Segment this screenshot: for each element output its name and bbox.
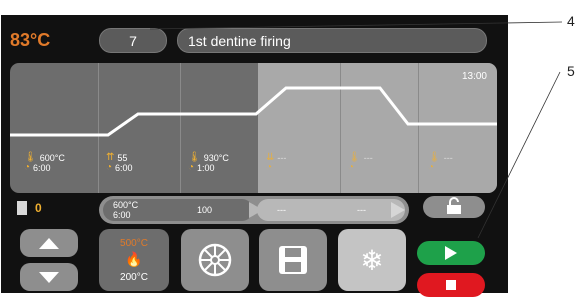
callout-label-5: 5 xyxy=(567,63,575,79)
pre-step-dash: --- xyxy=(357,205,366,215)
vacuum-top-temp: 500°C xyxy=(120,237,148,249)
gear-icon xyxy=(198,243,232,277)
firing-curve-line xyxy=(10,86,497,137)
step-end[interactable]: 🌡 --- ◔ xyxy=(428,153,453,173)
side-counter: 0 xyxy=(35,201,42,215)
step-hold[interactable]: 🌡 930°C ◔ 1:00 xyxy=(188,153,229,174)
flame-icon: 🔥 xyxy=(125,250,143,267)
step-value: --- xyxy=(443,153,453,163)
cooling-button[interactable]: ❄ xyxy=(338,229,406,291)
lock-icon xyxy=(447,197,461,214)
step-value: 600°C xyxy=(39,153,65,163)
furnace-display: 83°C 7 1st dentine firing 13:00 🌡 600°C ◔… xyxy=(1,15,508,297)
scroll-down-button[interactable] xyxy=(20,263,78,291)
clock-icon: ◔ xyxy=(106,162,113,173)
step-predry[interactable]: 🌡 600°C ◔ 6:00 xyxy=(24,153,65,174)
firing-curve-graph[interactable]: 13:00 🌡 600°C ◔ 6:00 ⇈ 55 ◔ 6:00 🌡 930°C ◔ 1:0… xyxy=(10,63,497,193)
pre-step-time: 6:00 xyxy=(113,210,131,220)
step-heating[interactable]: ⇈ 55 ◔ 6:00 xyxy=(106,153,133,174)
lock-button[interactable] xyxy=(423,196,485,218)
save-button[interactable] xyxy=(259,229,327,291)
vacuum-bottom-temp: 200°C xyxy=(120,271,148,283)
clock-icon: ◔ xyxy=(188,162,195,173)
stop-icon xyxy=(446,280,456,290)
step-value: 930°C xyxy=(203,153,229,163)
step-value: --- xyxy=(363,153,373,163)
step-value: 1:00 xyxy=(197,163,215,173)
floppy-disk-icon xyxy=(279,246,307,274)
stop-button[interactable] xyxy=(417,273,485,297)
program-number-button[interactable]: 7 xyxy=(99,28,167,53)
clock-icon: ◔ xyxy=(24,162,31,173)
current-temperature: 83°C xyxy=(10,30,51,50)
pre-step-temp: 600°C xyxy=(113,200,139,210)
program-name-button[interactable]: 1st dentine firing xyxy=(177,28,487,53)
furnace-icon xyxy=(17,201,27,215)
pre-step-bar[interactable]: 600°C 6:00 100 --- --- xyxy=(99,196,409,224)
step-value: 6:00 xyxy=(115,163,133,173)
vacuum-button[interactable]: 500°C 🔥 200°C xyxy=(99,229,169,291)
callout-label-4: 4 xyxy=(567,13,575,29)
step-value: 55 xyxy=(117,153,128,163)
arrow-up-icon xyxy=(39,237,59,249)
step-cooling-rate[interactable]: ⇊ --- ◔ xyxy=(266,153,286,173)
clock-icon: ◔ xyxy=(428,162,435,173)
pre-step-dash: --- xyxy=(277,205,286,215)
clock-icon: ◔ xyxy=(266,162,273,173)
step-value: 6:00 xyxy=(33,163,51,173)
clock-icon: ◔ xyxy=(348,162,355,173)
settings-wheel-button[interactable] xyxy=(181,229,249,291)
play-icon xyxy=(445,246,457,260)
step-value: --- xyxy=(277,153,287,163)
arrow-down-icon xyxy=(39,271,59,283)
snowflake-icon: ❄ xyxy=(360,244,384,276)
step-long-cooling[interactable]: 🌡 --- ◔ xyxy=(348,153,373,173)
pre-step-value: 100 xyxy=(197,205,213,215)
scroll-up-button[interactable] xyxy=(20,229,78,257)
start-button[interactable] xyxy=(417,241,485,265)
end-time-label: 13:00 xyxy=(461,71,487,82)
